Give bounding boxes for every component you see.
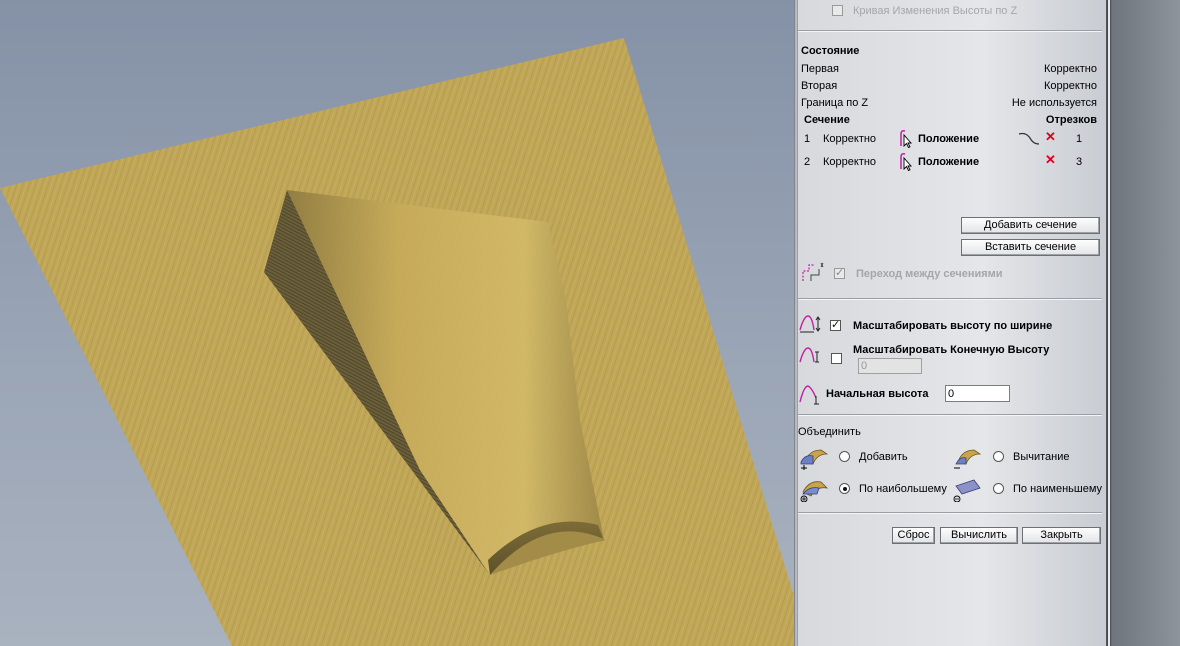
delete-section-icon[interactable]: ✕ bbox=[1045, 129, 1056, 145]
section-column-header: Сечение bbox=[804, 114, 850, 126]
delete-section-icon[interactable]: ✕ bbox=[1045, 152, 1056, 168]
combine-add-radio[interactable] bbox=[839, 451, 850, 462]
calculate-button[interactable]: Вычислить bbox=[940, 527, 1018, 544]
start-height-label: Начальная высота bbox=[826, 388, 929, 400]
section-position[interactable]: Положение bbox=[918, 156, 979, 168]
combine-subtract-label: Вычитание bbox=[1013, 451, 1070, 463]
status-second-label: Вторая bbox=[801, 80, 838, 92]
divider bbox=[798, 298, 1102, 300]
combine-min-radio[interactable] bbox=[993, 483, 1004, 494]
3d-viewport[interactable] bbox=[0, 0, 794, 646]
status-z-boundary-value: Не используется bbox=[1011, 97, 1097, 109]
scale-final-height-label: Масштабировать Конечную Высоту bbox=[853, 344, 1050, 356]
scale-height-label: Масштабировать высоту по ширине bbox=[853, 320, 1053, 332]
status-title: Состояние bbox=[801, 45, 860, 57]
combine-add-label: Добавить bbox=[859, 451, 908, 463]
scale-final-height-checkbox[interactable] bbox=[831, 353, 842, 364]
combine-subtract-icon bbox=[954, 449, 982, 469]
curve-shape-icon bbox=[1018, 132, 1040, 145]
reset-button[interactable]: Сброс bbox=[892, 527, 935, 544]
final-height-input[interactable] bbox=[858, 358, 922, 374]
window-background bbox=[1106, 0, 1180, 646]
start-height-input[interactable] bbox=[945, 385, 1010, 402]
wood-model-render bbox=[0, 38, 794, 646]
two-rail-sweep-panel: Кривая Изменения Высоты по Z Состояние П… bbox=[798, 0, 1106, 646]
section-number: 1 bbox=[804, 133, 811, 145]
section-position[interactable]: Положение bbox=[918, 133, 979, 145]
status-z-boundary-label: Граница по Z bbox=[801, 97, 869, 109]
combine-max-radio[interactable] bbox=[839, 483, 850, 494]
z-curve-label: Кривая Изменения Высоты по Z bbox=[853, 5, 1018, 17]
combine-add-icon bbox=[800, 449, 829, 470]
start-height-icon bbox=[799, 385, 819, 405]
scale-height-checkbox[interactable] bbox=[830, 318, 841, 332]
insert-section-button[interactable]: Вставить сечение bbox=[961, 239, 1100, 256]
status-second-value: Корректно bbox=[1043, 80, 1097, 92]
section-state: Корректно bbox=[823, 156, 877, 168]
divider bbox=[798, 30, 1102, 32]
scale-height-icon bbox=[799, 315, 821, 333]
transition-icon bbox=[802, 262, 824, 281]
divider bbox=[798, 414, 1102, 416]
section-number: 2 bbox=[804, 156, 811, 168]
section-state: Корректно bbox=[823, 133, 877, 145]
transition-checkbox[interactable] bbox=[834, 266, 845, 280]
section-segments: 3 bbox=[1076, 156, 1083, 168]
status-first-label: Первая bbox=[801, 63, 839, 75]
combine-max-label: По наибольшему bbox=[859, 483, 947, 495]
z-curve-checkbox[interactable] bbox=[832, 5, 843, 16]
add-section-button[interactable]: Добавить сечение bbox=[961, 217, 1100, 234]
position-pick-icon[interactable] bbox=[897, 128, 913, 148]
segments-column-header: Отрезков bbox=[1045, 114, 1097, 126]
combine-min-icon bbox=[953, 479, 981, 502]
close-button[interactable]: Закрыть bbox=[1022, 527, 1101, 544]
status-first-value: Корректно bbox=[1043, 63, 1097, 75]
scale-final-height-icon bbox=[799, 347, 819, 363]
combine-subtract-radio[interactable] bbox=[993, 451, 1004, 462]
section-segments: 1 bbox=[1076, 133, 1083, 145]
combine-max-icon bbox=[800, 481, 829, 502]
transition-label: Переход между сечениями bbox=[856, 268, 1003, 280]
combine-min-label: По наименьшему bbox=[1013, 483, 1103, 495]
combine-title: Объединить bbox=[798, 426, 861, 438]
divider bbox=[798, 512, 1102, 514]
position-pick-icon[interactable] bbox=[897, 151, 913, 171]
